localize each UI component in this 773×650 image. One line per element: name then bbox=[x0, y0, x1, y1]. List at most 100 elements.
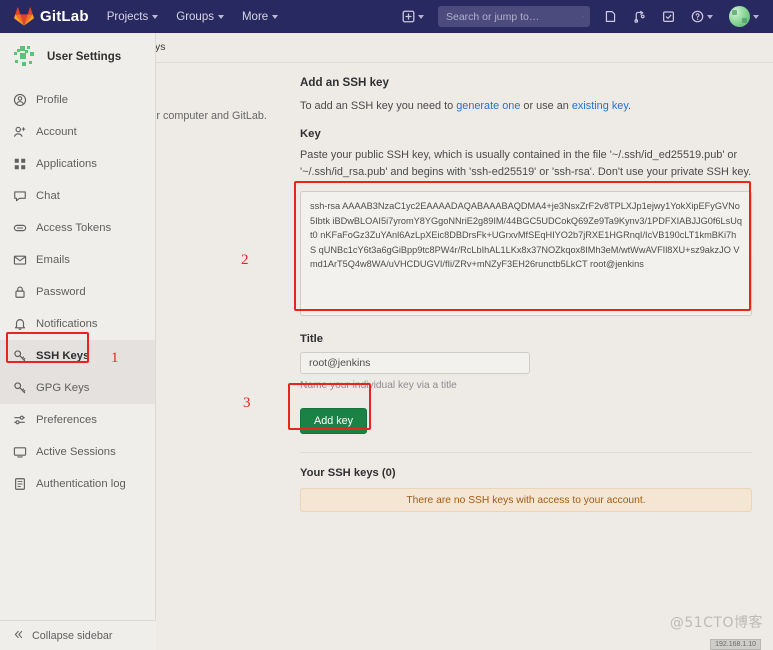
generate-one-link[interactable]: generate one bbox=[456, 100, 520, 112]
key-field-label: Key bbox=[300, 128, 321, 141]
sidebar-item-notifications[interactable]: Notifications bbox=[0, 308, 155, 340]
bell-icon bbox=[12, 317, 27, 331]
ip-address-label: 192.168.1.10 bbox=[710, 639, 761, 650]
ssh-key-form-column: Add an SSH key To add an SSH key you nee… bbox=[300, 76, 752, 513]
user-settings-sidebar: User Settings Profile Account Applicatio bbox=[0, 33, 156, 650]
annotation-number-1: 1 bbox=[111, 350, 119, 366]
envelope-icon bbox=[12, 253, 27, 267]
question-circle-icon bbox=[691, 10, 704, 23]
add-ssh-key-heading: Add an SSH key bbox=[300, 76, 389, 89]
desc-post: . bbox=[627, 100, 631, 112]
identicon-icon bbox=[11, 43, 38, 70]
sidebar-item-emails[interactable]: Emails bbox=[0, 244, 155, 276]
nav-right-group bbox=[394, 0, 767, 33]
log-icon bbox=[12, 477, 27, 491]
key-desc-line1: Paste your public SSH key, which is usua… bbox=[300, 149, 738, 162]
sidebar-item-notifications-label: Notifications bbox=[36, 318, 98, 330]
sidebar-item-list: Profile Account Applications Chat Access… bbox=[0, 82, 155, 500]
sidebar-item-password-label: Password bbox=[36, 286, 86, 298]
page-root: GitLab Projects Groups More Search or ju… bbox=[0, 0, 773, 650]
user-menu-button[interactable] bbox=[721, 0, 767, 33]
key-field-description: Paste your public SSH key, which is usua… bbox=[300, 147, 752, 180]
sidebar-item-password[interactable]: Password bbox=[0, 276, 155, 308]
annotation-number-3: 3 bbox=[243, 395, 251, 411]
chevron-down-icon bbox=[707, 14, 713, 19]
watermark: @51CTO博客 bbox=[669, 615, 763, 631]
annotation-number-2: 2 bbox=[241, 252, 249, 268]
key-icon bbox=[12, 349, 27, 363]
sidebar-item-access-tokens[interactable]: Access Tokens bbox=[0, 212, 155, 244]
issues-icon bbox=[605, 11, 616, 22]
sidebar-item-active-sessions[interactable]: Active Sessions bbox=[0, 436, 155, 468]
gitlab-brand-text: GitLab bbox=[40, 8, 89, 25]
nav-item-groups-label: Groups bbox=[176, 10, 214, 23]
sidebar-header[interactable]: User Settings bbox=[0, 33, 155, 82]
sidebar-item-ssh-keys[interactable]: SSH Keys bbox=[0, 340, 155, 372]
add-key-button[interactable]: Add key bbox=[300, 408, 368, 435]
chevron-down-icon bbox=[152, 14, 159, 19]
account-icon bbox=[12, 125, 27, 139]
nav-item-more-label: More bbox=[241, 10, 269, 23]
help-button[interactable] bbox=[683, 0, 721, 33]
search-input[interactable] bbox=[444, 9, 583, 24]
title-input[interactable] bbox=[300, 352, 530, 375]
nav-item-projects-label: Projects bbox=[106, 10, 149, 23]
nav-left-group: GitLab Projects Groups More bbox=[0, 0, 279, 33]
lock-icon bbox=[12, 285, 27, 299]
sidebar-item-account[interactable]: Account bbox=[0, 116, 155, 148]
sidebar-item-profile-label: Profile bbox=[36, 94, 69, 106]
double-chevron-left-icon bbox=[13, 629, 24, 643]
title-field-label: Title bbox=[300, 333, 324, 346]
sidebar-item-emails-label: Emails bbox=[36, 254, 70, 266]
avatar-icon bbox=[729, 6, 750, 27]
your-ssh-keys-heading: Your SSH keys (0) bbox=[300, 467, 396, 480]
merge-request-icon bbox=[634, 10, 645, 23]
user-avatar-identicon bbox=[11, 43, 38, 70]
breadcrumb: ys bbox=[155, 41, 166, 53]
key-textarea[interactable]: ssh-rsa AAAAB3NzaC1yc2EAAAADAQABAAABAQDM… bbox=[300, 191, 752, 317]
issues-button[interactable] bbox=[596, 0, 625, 33]
sidebar-item-applications[interactable]: Applications bbox=[0, 148, 155, 180]
new-dropdown-button[interactable] bbox=[394, 0, 432, 33]
nav-item-projects[interactable]: Projects bbox=[107, 0, 159, 33]
token-icon bbox=[12, 221, 27, 235]
chevron-down-icon bbox=[418, 14, 424, 19]
todos-button[interactable] bbox=[654, 0, 683, 33]
desc-mid: or use an bbox=[520, 100, 572, 112]
sidebar-item-active-sessions-label: Active Sessions bbox=[36, 446, 116, 458]
sidebar-item-account-label: Account bbox=[36, 126, 77, 138]
add-ssh-key-description: To add an SSH key you need to generate o… bbox=[300, 98, 752, 114]
sidebar-item-applications-label: Applications bbox=[36, 158, 97, 170]
merge-requests-button[interactable] bbox=[625, 0, 654, 33]
sidebar-item-gpg-keys[interactable]: GPG Keys bbox=[0, 372, 155, 404]
sidebar-item-authentication-log-label: Authentication log bbox=[36, 478, 126, 490]
chevron-down-icon bbox=[272, 14, 279, 19]
collapse-sidebar-button[interactable]: Collapse sidebar bbox=[0, 620, 156, 650]
sidebar-item-preferences[interactable]: Preferences bbox=[0, 404, 155, 436]
existing-key-link[interactable]: existing key bbox=[572, 100, 628, 112]
sidebar-header-title: User Settings bbox=[47, 50, 122, 63]
sidebar-item-profile[interactable]: Profile bbox=[0, 84, 155, 116]
nav-item-groups[interactable]: Groups bbox=[176, 0, 224, 33]
desc-pre: To add an SSH key you need to bbox=[300, 100, 457, 112]
monitor-icon bbox=[12, 445, 27, 459]
search-box[interactable] bbox=[438, 6, 590, 27]
gitlab-tanuki-icon bbox=[14, 7, 34, 26]
top-navigation-bar: GitLab Projects Groups More bbox=[0, 0, 773, 33]
sliders-icon bbox=[12, 413, 27, 427]
chat-icon bbox=[12, 189, 27, 203]
sidebar-item-chat-label: Chat bbox=[36, 190, 60, 202]
key-desc-line2: '~/.ssh/id_rsa.pub' and begins with 'ssh… bbox=[300, 165, 752, 178]
plus-square-icon bbox=[402, 10, 415, 23]
chevron-down-icon bbox=[217, 14, 224, 19]
sidebar-item-chat[interactable]: Chat bbox=[0, 180, 155, 212]
sidebar-item-authentication-log[interactable]: Authentication log bbox=[0, 468, 155, 500]
user-circle-icon bbox=[12, 93, 27, 107]
no-ssh-keys-alert: There are no SSH keys with access to you… bbox=[300, 488, 752, 513]
sidebar-item-ssh-keys-label: SSH Keys bbox=[36, 350, 90, 362]
nav-item-more[interactable]: More bbox=[241, 0, 279, 33]
gitlab-logo[interactable]: GitLab bbox=[14, 7, 89, 26]
sidebar-item-access-tokens-label: Access Tokens bbox=[36, 222, 112, 234]
chevron-down-icon bbox=[753, 14, 759, 19]
sidebar-item-preferences-label: Preferences bbox=[36, 414, 97, 426]
